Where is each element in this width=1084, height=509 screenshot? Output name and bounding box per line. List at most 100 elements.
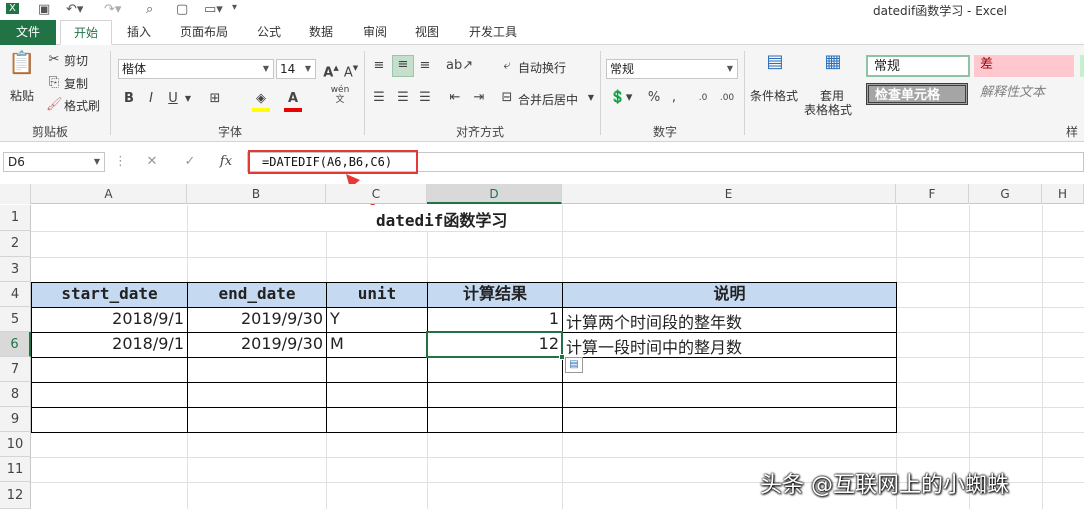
auto-fill-options-icon[interactable]: ▤ <box>565 357 583 373</box>
increase-indent-icon[interactable]: ⇥ <box>470 89 488 107</box>
table-cell-description[interactable]: 计算两个时间段的整年数 <box>566 309 742 333</box>
table-cell-start-date[interactable]: 2018/9/1 <box>31 309 184 328</box>
font-name-select[interactable]: 楷体 ▼ <box>118 59 274 79</box>
tab-developer[interactable]: 开发工具 <box>458 20 528 45</box>
tab-review[interactable]: 审阅 <box>352 20 398 45</box>
increase-font-icon[interactable]: A▴ <box>322 59 340 82</box>
new-file-icon[interactable]: ▢ <box>176 2 188 17</box>
table-cell-description[interactable]: 计算一段时间中的整月数 <box>566 334 742 358</box>
undo-icon[interactable]: ↶▾ <box>66 2 83 17</box>
tab-view[interactable]: 视图 <box>404 20 450 45</box>
column-header-e[interactable]: E <box>562 184 896 204</box>
row-header[interactable]: 6 <box>0 332 31 357</box>
tab-page-layout[interactable]: 页面布局 <box>170 20 238 45</box>
conditional-formatting-button[interactable]: 条件格式 <box>750 87 798 104</box>
style-check-cell[interactable]: 检查单元格 <box>866 83 968 105</box>
align-middle-icon[interactable]: ≡ <box>392 55 414 77</box>
cut-icon[interactable]: ✂ <box>46 51 62 69</box>
format-painter-button[interactable]: 格式刷 <box>64 97 100 114</box>
column-header-g[interactable]: G <box>969 184 1042 204</box>
format-as-table-icon[interactable]: ▦ <box>818 53 848 83</box>
table-header-end-date[interactable]: end_date <box>187 282 327 308</box>
column-header-b[interactable]: B <box>187 184 326 204</box>
table-cell-unit[interactable]: Y <box>330 309 340 328</box>
increase-decimal-icon[interactable]: .0 <box>694 89 712 107</box>
accounting-format-icon[interactable]: 💲▾ <box>608 89 634 107</box>
phonetic-guide-icon[interactable]: wén 文 <box>328 85 352 105</box>
row-header[interactable]: 8 <box>0 382 31 407</box>
name-box[interactable]: D6 ▼ <box>3 152 105 172</box>
style-explanatory[interactable]: 解释性文本 <box>974 83 1074 105</box>
conditional-formatting-icon[interactable]: ▤ <box>760 53 790 83</box>
row-header[interactable]: 12 <box>0 482 31 509</box>
table-cell-unit[interactable]: M <box>330 334 344 353</box>
decrease-indent-icon[interactable]: ⇤ <box>446 89 464 107</box>
font-size-select[interactable]: 14 ▼ <box>276 59 316 79</box>
row-header[interactable]: 4 <box>0 282 31 307</box>
row-header[interactable]: 11 <box>0 457 31 482</box>
row-header[interactable]: 2 <box>0 231 31 257</box>
orientation-icon[interactable]: ab↗ <box>446 57 473 75</box>
cancel-icon[interactable]: ✕ <box>144 153 160 171</box>
cut-button[interactable]: 剪切 <box>64 52 88 69</box>
align-top-icon[interactable]: ≡ <box>370 57 388 75</box>
save-icon[interactable]: ▣ <box>38 2 50 17</box>
merge-center-icon[interactable]: ⊟ <box>498 89 516 107</box>
fill-color-icon[interactable]: ◈ <box>252 90 270 112</box>
table-cell-start-date[interactable]: 2018/9/1 <box>31 334 184 353</box>
align-center-icon[interactable]: ☰ <box>394 89 412 107</box>
align-left-icon[interactable]: ☰ <box>370 89 388 107</box>
style-bad[interactable]: 差 <box>974 55 1074 77</box>
open-folder-icon[interactable]: ▭▾ <box>204 2 223 17</box>
decrease-decimal-icon[interactable]: .00 <box>718 89 736 107</box>
row-header[interactable]: 9 <box>0 407 31 432</box>
copy-icon[interactable]: ⎘ <box>46 74 62 92</box>
column-header-f[interactable]: F <box>896 184 969 204</box>
table-header-description[interactable]: 说明 <box>562 282 897 308</box>
format-as-table-line2[interactable]: 表格格式 <box>804 101 852 118</box>
column-header-a[interactable]: A <box>31 184 187 204</box>
table-cell-end-date[interactable]: 2019/9/30 <box>187 334 323 353</box>
tab-data[interactable]: 数据 <box>298 20 344 45</box>
tab-formulas[interactable]: 公式 <box>246 20 292 45</box>
customize-quick-access-icon[interactable]: ▾ <box>232 2 237 13</box>
decrease-font-icon[interactable]: A▾ <box>342 59 360 82</box>
style-normal[interactable]: 常规 <box>866 55 970 77</box>
active-cell-selection[interactable] <box>426 331 563 358</box>
enter-icon[interactable]: ✓ <box>182 153 198 171</box>
tab-home[interactable]: 开始 <box>60 20 112 45</box>
tab-insert[interactable]: 插入 <box>116 20 162 45</box>
row-header[interactable]: 7 <box>0 357 31 382</box>
align-right-icon[interactable]: ☰ <box>416 89 434 107</box>
wrap-text-icon[interactable]: ⤶ <box>498 57 516 75</box>
print-preview-icon[interactable]: ⌕ <box>146 2 153 17</box>
column-header-d[interactable]: D <box>427 184 562 204</box>
align-bottom-icon[interactable]: ≡ <box>416 57 434 75</box>
italic-icon[interactable]: I <box>144 90 158 108</box>
wrap-text-button[interactable]: 自动换行 <box>518 59 566 76</box>
row-header[interactable]: 5 <box>0 307 31 332</box>
merge-center-button[interactable]: 合并后居中 <box>518 91 578 108</box>
format-painter-icon[interactable]: 🖌 <box>46 96 63 114</box>
paste-icon[interactable]: 📋 <box>8 53 36 87</box>
row-header[interactable]: 10 <box>0 432 31 457</box>
comma-icon[interactable]: , <box>668 89 680 107</box>
copy-button[interactable]: 复制 <box>64 75 88 92</box>
table-cell-end-date[interactable]: 2019/9/30 <box>187 309 323 328</box>
table-header-result[interactable]: 计算结果 <box>427 282 563 308</box>
redo-icon[interactable]: ↷▾ <box>104 2 121 17</box>
table-cell-result[interactable]: 1 <box>427 309 559 328</box>
insert-function-icon[interactable]: fx <box>216 153 236 171</box>
worksheet-grid[interactable]: 1 2 3 4 5 6 7 8 9 10 11 12 datedif函数学习 s… <box>0 205 1084 509</box>
row-header[interactable]: 1 <box>0 205 31 231</box>
column-header-c[interactable]: C <box>326 184 427 204</box>
column-header-h[interactable]: H <box>1042 184 1084 204</box>
percent-icon[interactable]: % <box>646 89 662 107</box>
underline-dropdown-icon[interactable]: ▼ <box>182 90 194 108</box>
table-header-start-date[interactable]: start_date <box>31 282 188 308</box>
style-good-partial[interactable] <box>1080 55 1084 77</box>
number-format-select[interactable]: 常规 ▼ <box>606 59 738 79</box>
borders-icon[interactable]: ⊞ <box>206 90 224 108</box>
row-header[interactable]: 3 <box>0 257 31 282</box>
table-header-unit[interactable]: unit <box>326 282 428 308</box>
